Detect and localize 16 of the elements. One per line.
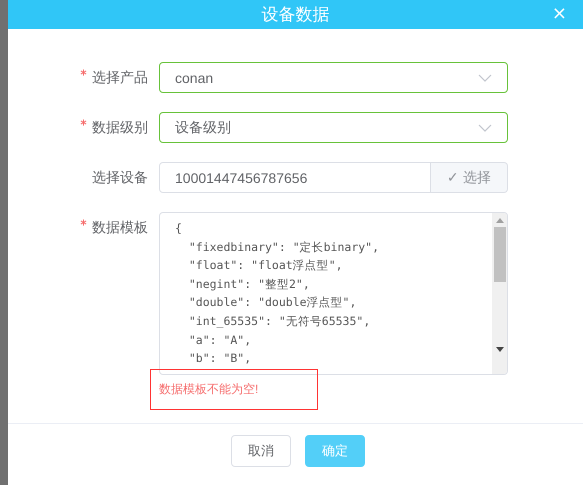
dialog-title: 设备数据 [262,4,330,26]
scroll-up-icon[interactable] [496,218,504,223]
code-textarea[interactable]: { "fixedbinary": "定长binary", "float": "float浮点型", "negint": "整型2", "double": "double浮点型", "int_65535": "无符号65535", "a": "A", "b": "B", [159,212,508,375]
input-field[interactable]: 10001447456787656 [159,162,431,193]
select-field[interactable]: conan [159,62,508,93]
scroll-down-icon[interactable] [496,347,504,352]
chevron-down-icon [478,74,492,82]
error-message: 数据模板不能为空! [159,381,258,398]
cancel-button[interactable]: 取消 [231,435,291,467]
field-label: 选择产品 [92,69,148,85]
scrollbar[interactable] [492,213,507,374]
field-label: 选择设备 [92,169,148,185]
select-field[interactable]: 设备级别 [159,112,508,143]
field-label: 数据级别 [92,119,148,135]
field-label: 数据模板 [92,219,148,235]
chevron-down-icon [478,124,492,132]
